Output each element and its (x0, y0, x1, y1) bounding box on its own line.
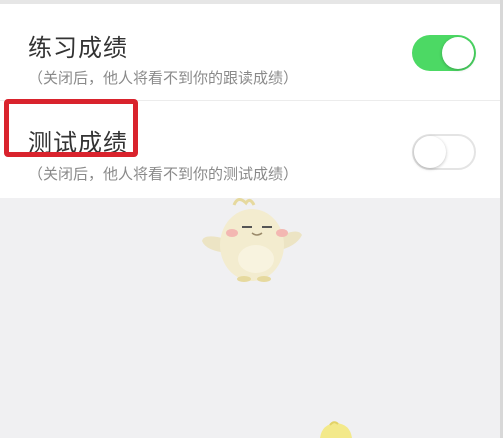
toggle-knob (414, 136, 446, 168)
chick-peek-icon (320, 421, 352, 438)
annotation-highlight-box (4, 99, 138, 157)
chick-mascot-icon (202, 198, 302, 282)
test-score-note: （关闭后，他人将看不到你的测试成绩） (28, 165, 299, 183)
test-score-toggle[interactable] (412, 134, 476, 170)
practice-score-note: （关闭后，他人将看不到你的跟读成绩） (28, 69, 299, 87)
practice-score-title: 练习成绩 (28, 34, 128, 62)
practice-score-toggle[interactable] (412, 35, 476, 71)
practice-score-row: 练习成绩 （关闭后，他人将看不到你的跟读成绩） (0, 4, 503, 100)
toggle-knob (442, 37, 474, 69)
